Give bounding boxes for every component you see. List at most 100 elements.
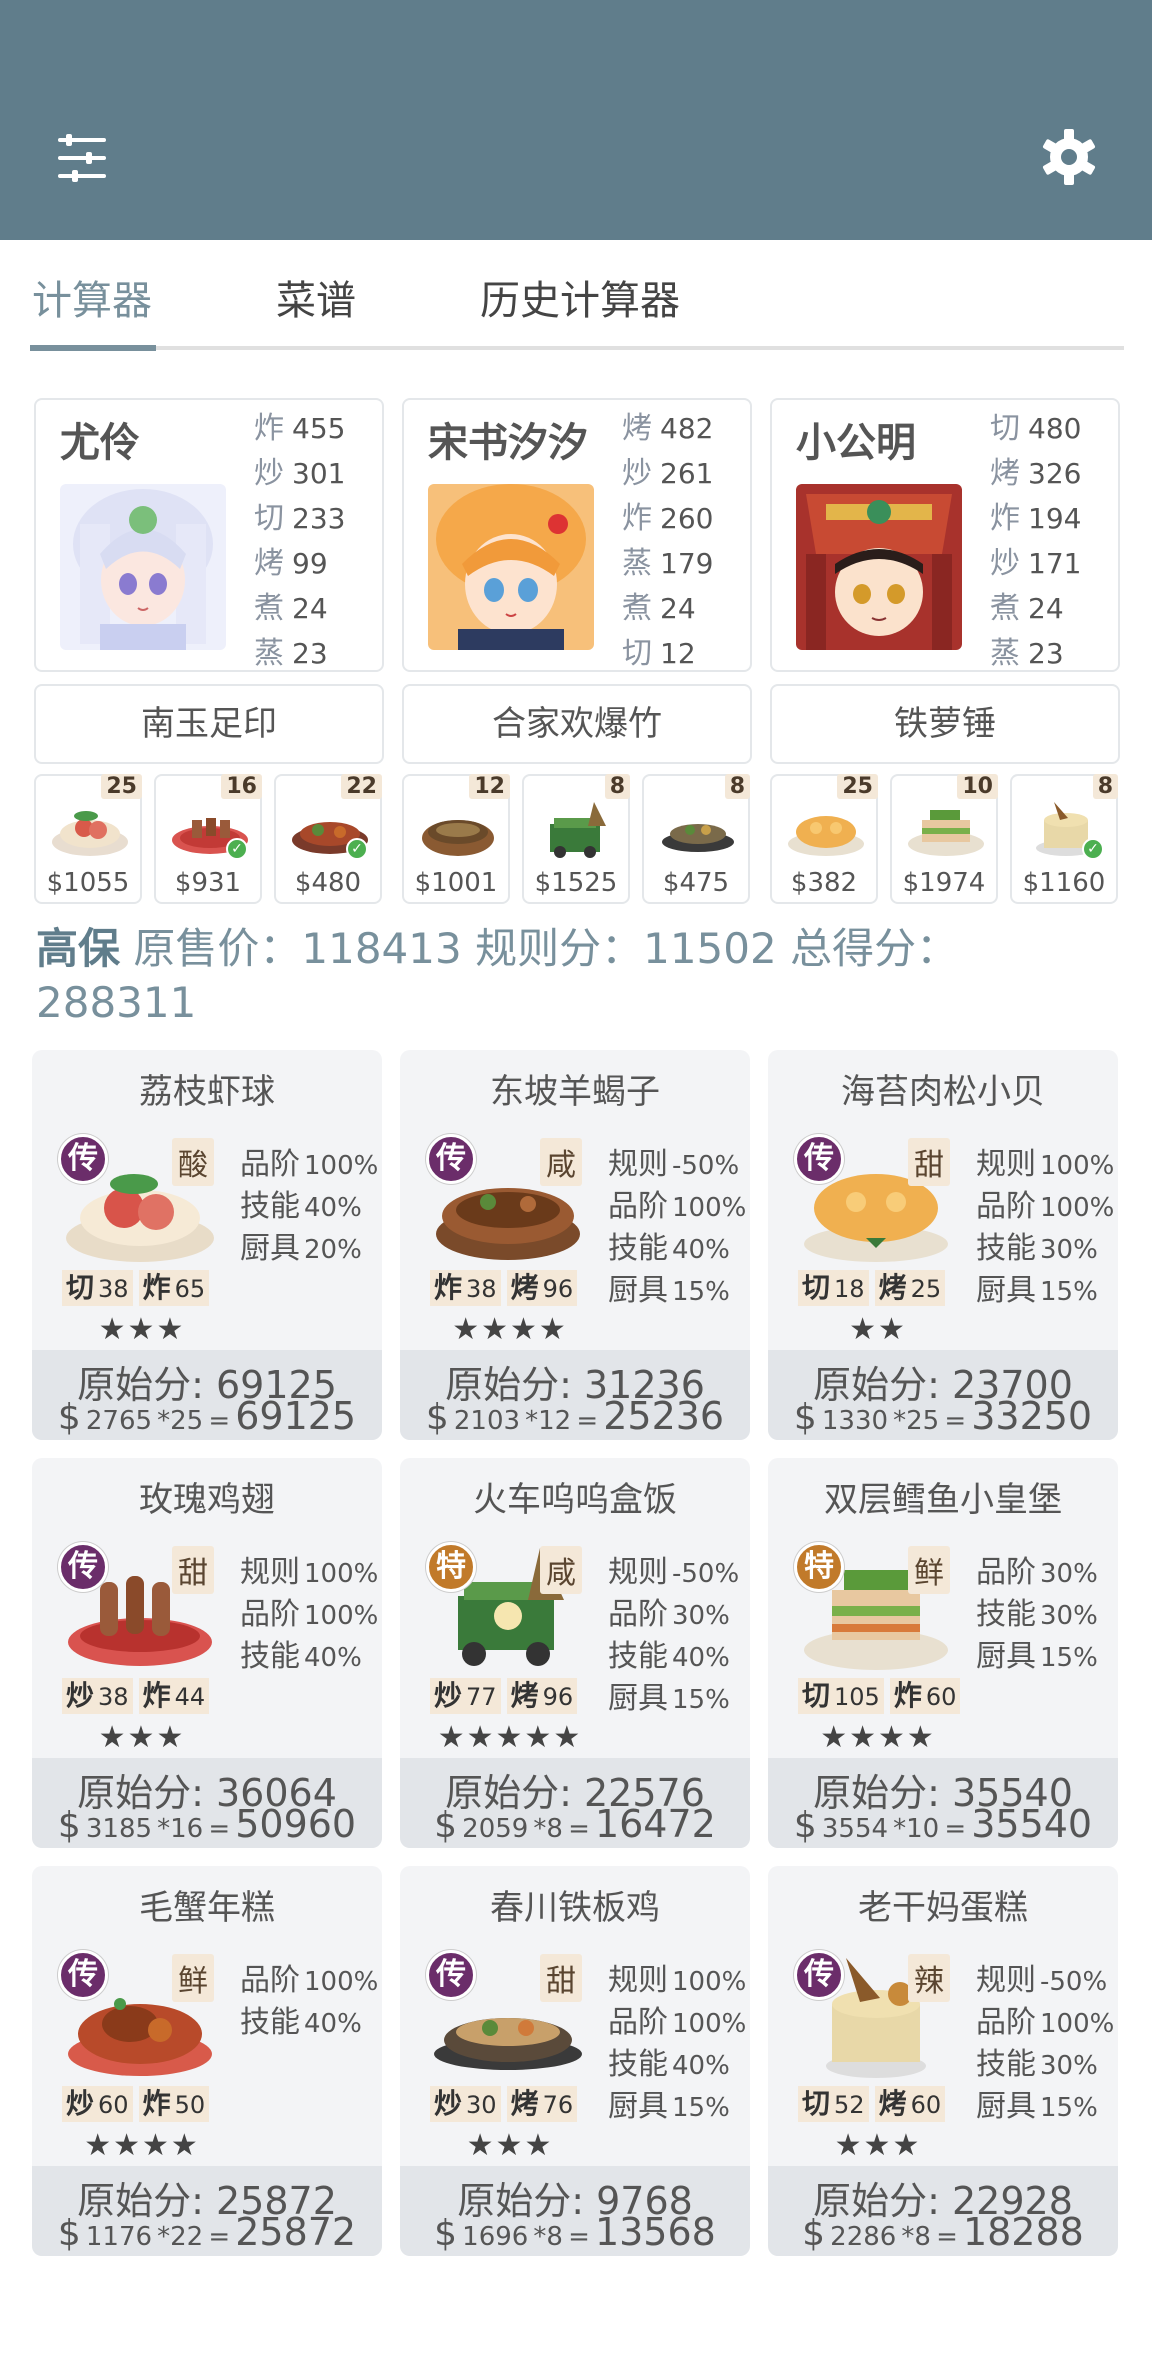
selected-dish[interactable]: 8 ✓ $1160	[1010, 774, 1118, 904]
selected-dish[interactable]: 25 $1055	[34, 774, 142, 904]
equals-sign: =	[208, 1814, 231, 1844]
dish-count: 10	[957, 774, 998, 799]
modifier-row: 厨具 15%	[976, 1639, 1098, 1674]
recipe-card[interactable]: 海苔肉松小贝传 甜切 18 烤 25 ★★ 规则 100% 品阶 100% 技能 30% 厨具 15% 原始…	[768, 1050, 1118, 1440]
skill-requirements: 炒 60 炸 50	[62, 2086, 215, 2122]
recipe-card[interactable]: 火车呜呜盒饭特 咸炒 77 烤 96 ★★★★★ 规则 -50% 品阶 30% 技能 40% 厨具 15%…	[400, 1458, 750, 1848]
chef-stat: 切 12	[622, 636, 696, 671]
score-footer: 原始分: 69125 $ 2765 *25 = 69125	[32, 1350, 382, 1440]
modifier-row: 厨具 15%	[976, 2089, 1098, 2124]
dish-price: $1055	[46, 868, 130, 898]
tab-divider	[156, 346, 1124, 350]
equip-button[interactable]: 铁萝锤	[770, 684, 1120, 764]
chef-card[interactable]: 尤伶 炸 455 炒 301 切 233 烤 99 煮 24 蒸 23	[34, 398, 384, 672]
quantity: *12	[525, 1406, 572, 1436]
recipe-card[interactable]: 毛蟹年糕传鲜炒 60 炸 50 ★★★★ 品阶 100% 技能 40% 原始分: 25872 $ 1…	[32, 1866, 382, 2256]
recipe-card[interactable]: 老干妈蛋糕传 辣切 52 烤 60 ★★★ 规则 -50% 品阶 100% 技能 30% 厨具 15% 原始…	[768, 1866, 1118, 2256]
chef-stat: 蒸 23	[254, 636, 328, 671]
skill-req: 烤 60	[874, 2086, 946, 2122]
modifier-row: 规则 -50%	[608, 1147, 740, 1182]
score-calc: $ 1176 *22 = 25872	[32, 2210, 382, 2254]
skill-req: 烤 76	[506, 2086, 578, 2122]
recipe-card[interactable]: 东坡羊蝎子传 咸炸 38 烤 96 ★★★★ 规则 -50% 品阶 100% 技能 40% 厨具 15% 原…	[400, 1050, 750, 1440]
dish-count: 12	[469, 774, 510, 799]
recipe-card[interactable]: 荔枝虾球传酸切 38 炸 65 ★★★ 品阶 100% 技能 40% 厨具 20% 原始分: 6912…	[32, 1050, 382, 1440]
score-calc: $ 2765 *25 = 69125	[32, 1394, 382, 1438]
dollar-sign: $	[793, 1805, 817, 1846]
recipe-card[interactable]: 春川铁板鸡传 甜炒 30 烤 76 ★★★ 规则 100% 品阶 100% 技能 40% 厨具 15% 原始…	[400, 1866, 750, 2256]
score-calc: $ 1696 *8 = 13568	[400, 2210, 750, 2254]
quantity: *25	[157, 1406, 204, 1436]
dollar-sign: $	[57, 2213, 81, 2254]
modifiers: 规则 100% 品阶 100% 技能 40% 厨具 15%	[608, 1960, 746, 2128]
equals-sign: =	[208, 2222, 231, 2252]
score-footer: 原始分: 9768 $ 1696 *8 = 13568	[400, 2166, 750, 2256]
recipe-title: 火车呜呜盒饭	[473, 1480, 677, 1520]
dish-price: $382	[790, 868, 858, 898]
modifier-row: 技能 40%	[240, 1639, 362, 1674]
chef-stat: 切 480	[990, 411, 1082, 446]
rarity-badge: 传	[794, 1950, 844, 2000]
flavor-tag: 辣	[908, 1954, 950, 2002]
equip-button[interactable]: 南玉足印	[34, 684, 384, 764]
final-score: 35540	[971, 1802, 1093, 1846]
dish-price: $480	[294, 868, 362, 898]
sliders-icon[interactable]	[56, 132, 108, 184]
tab-history[interactable]: 历史计算器	[480, 268, 680, 326]
tab-recipes[interactable]: 菜谱	[276, 268, 356, 326]
chef-stat: 炒 301	[254, 456, 346, 491]
quantity: *8	[533, 1814, 563, 1844]
skill-req: 炸 65	[138, 1270, 210, 1306]
modifier-row: 品阶 100%	[608, 2005, 747, 2040]
chef-stat: 烤 99	[254, 546, 328, 581]
modifier-row: 技能 40%	[240, 1189, 362, 1224]
modifier-row: 技能 30%	[976, 1231, 1098, 1266]
flavor-tag: 酸	[172, 1138, 214, 1186]
selected-dish[interactable]: 8 $475	[642, 774, 750, 904]
star-rating: ★★★	[834, 2128, 922, 2163]
score-summary: 高保 原售价：118413 规则分：11502 总得分： 288311	[36, 922, 1116, 1030]
modifier-row: 品阶 100%	[240, 1963, 379, 1998]
recipe-card[interactable]: 双层鳕鱼小皇堡特鲜切 105 炸 60 ★★★★ 品阶 30% 技能 30% 厨具 15% 原始分: …	[768, 1458, 1118, 1848]
modifier-row: 技能 40%	[608, 2047, 730, 2082]
skill-requirements: 炒 77 烤 96	[430, 1678, 583, 1714]
flavor-tag: 咸	[540, 1138, 582, 1186]
equals-sign: =	[576, 1406, 599, 1436]
unit-price: 3185	[85, 1814, 153, 1844]
selected-dish[interactable]: 22 ✓ $480	[274, 774, 382, 904]
equip-button[interactable]: 合家欢爆竹	[402, 684, 752, 764]
selected-dish[interactable]: 8 $1525	[522, 774, 630, 904]
equals-sign: =	[944, 1406, 967, 1436]
dish-count: 8	[724, 774, 750, 799]
gear-icon[interactable]	[1040, 128, 1098, 186]
chef-stat: 炒 171	[990, 546, 1082, 581]
selected-dish[interactable]: 10 $1974	[890, 774, 998, 904]
selected-dish[interactable]: 16 ✓ $931	[154, 774, 262, 904]
modifier-row: 厨具 15%	[976, 1273, 1098, 1308]
rarity-badge: 传	[58, 1950, 108, 2000]
selected-dish[interactable]: 12 $1001	[402, 774, 510, 904]
star-rating: ★★★	[98, 1312, 186, 1347]
modifier-row: 品阶 100%	[976, 2005, 1115, 2040]
score-calc: $ 3185 *16 = 50960	[32, 1802, 382, 1846]
modifier-row: 厨具 20%	[240, 1231, 362, 1266]
modifier-row: 品阶 30%	[976, 1555, 1098, 1590]
chef-card[interactable]: 宋书汐汐 烤 482 炒 261 炸 260 蒸 179 煮 24 切 12	[402, 398, 752, 672]
skill-requirements: 切 38 炸 65	[62, 1270, 215, 1306]
skill-req: 炸 50	[138, 2086, 210, 2122]
flavor-tag: 甜	[908, 1138, 950, 1186]
modifiers: 品阶 100% 技能 40%	[240, 1960, 378, 2044]
modifier-row: 品阶 100%	[240, 1147, 379, 1182]
skill-req: 切 52	[798, 2086, 869, 2122]
modifier-row: 技能 30%	[976, 2047, 1098, 2082]
chef-card[interactable]: 小公明 切 480 烤 326 炸 194 炒 171 煮 24 蒸 23	[770, 398, 1120, 672]
dish-price: $1974	[902, 868, 986, 898]
dish-price: $1525	[534, 868, 618, 898]
dollar-sign: $	[434, 2213, 458, 2254]
final-score: 18288	[962, 2210, 1084, 2254]
selected-dish[interactable]: 25 $382	[770, 774, 878, 904]
dish-price: $1160	[1022, 868, 1106, 898]
recipe-card[interactable]: 玫瑰鸡翅传 甜炒 38 炸 44 ★★★ 规则 100% 品阶 100% 技能 40% 原始分: 360…	[32, 1458, 382, 1848]
tab-calculator[interactable]: 计算器	[32, 268, 152, 326]
rarity-badge: 特	[794, 1542, 844, 1592]
